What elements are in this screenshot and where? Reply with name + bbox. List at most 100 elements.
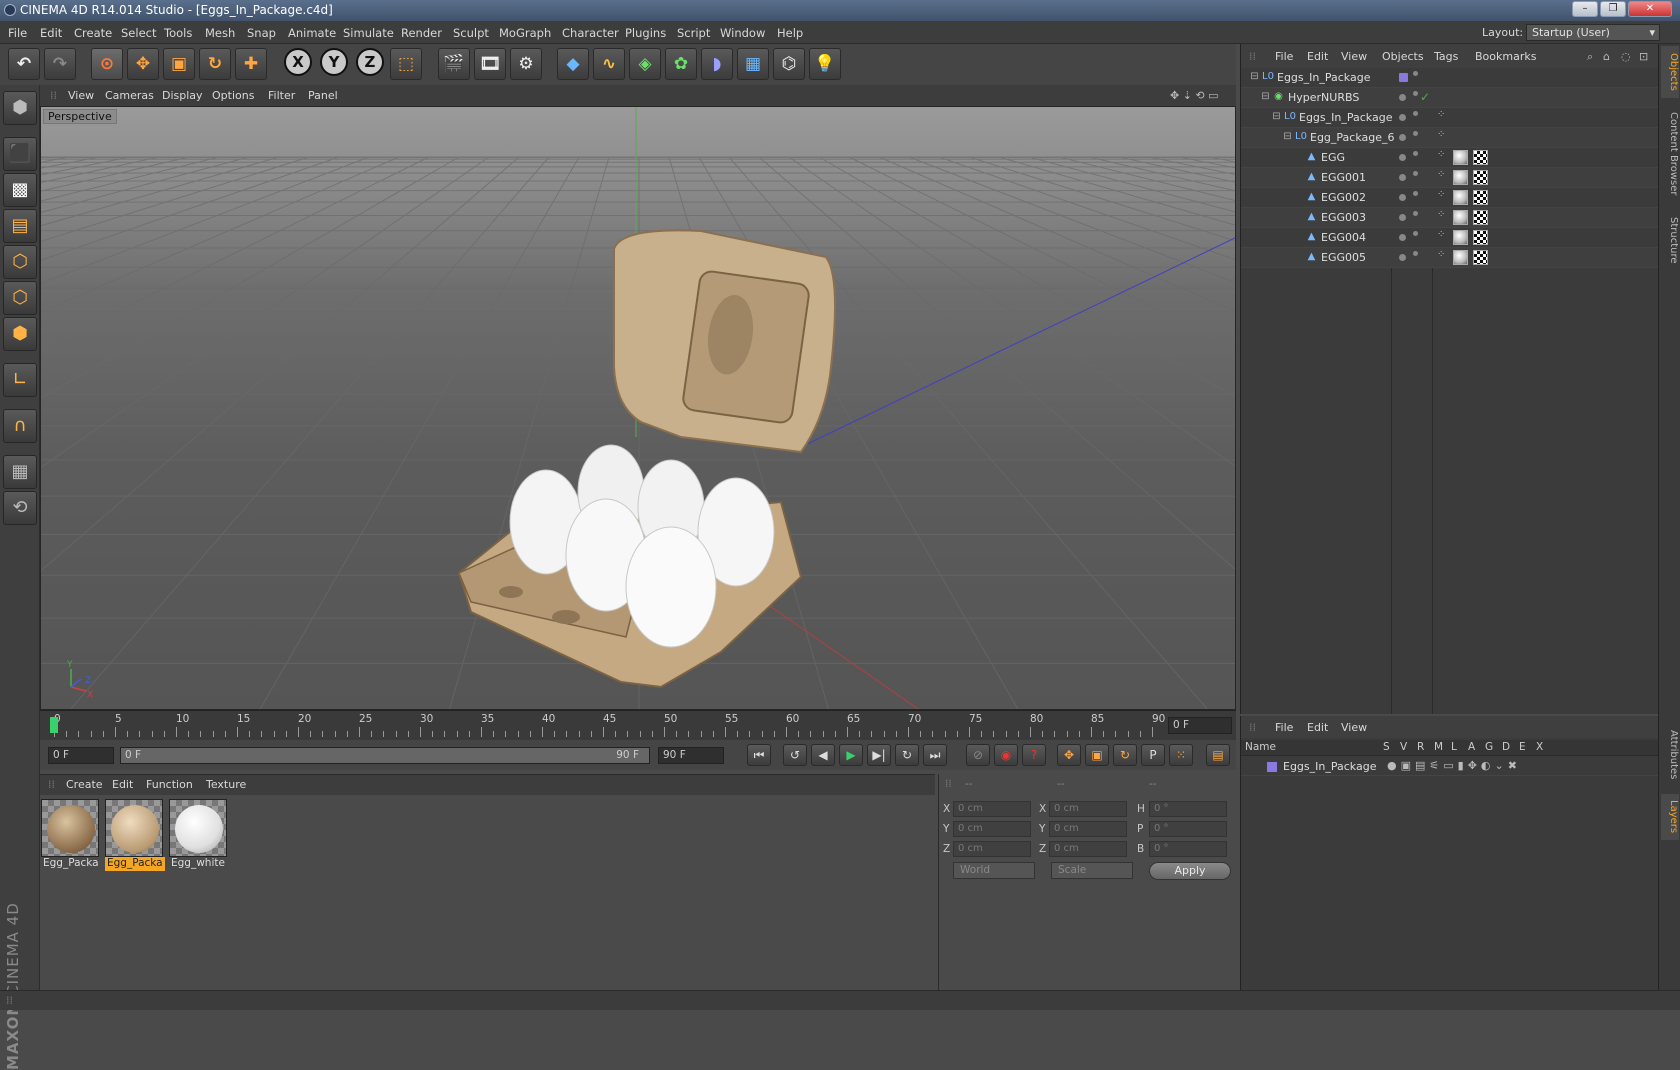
play-icon[interactable]: ▶: [839, 744, 863, 766]
add-icon[interactable]: ✚: [235, 48, 267, 80]
object-name[interactable]: Eggs_In_Package: [1299, 111, 1392, 124]
render-visibility-dot[interactable]: [1413, 111, 1418, 116]
key-param-icon[interactable]: P: [1141, 744, 1165, 766]
menu-sculpt[interactable]: Sculpt: [453, 26, 489, 40]
tab-structure[interactable]: Structure: [1661, 210, 1679, 270]
make-editable-icon[interactable]: ⬢: [3, 91, 37, 125]
model-mode-icon[interactable]: ⬛: [3, 137, 37, 171]
expand-toggle-icon[interactable]: [1293, 171, 1304, 182]
menu-file[interactable]: File: [8, 26, 27, 40]
expand-toggle-icon[interactable]: ⊟: [1249, 71, 1260, 82]
object-name[interactable]: EGG001: [1321, 171, 1366, 184]
keyframe-help-icon[interactable]: ?: [1022, 744, 1046, 766]
object-name[interactable]: EGG002: [1321, 191, 1366, 204]
coord-mode-select[interactable]: World: [953, 862, 1035, 879]
col-deformers[interactable]: D: [1502, 741, 1510, 753]
layer-row[interactable]: Eggs_In_Package ●▣▤⚟▭▮✥◐⌄✖: [1241, 758, 1659, 776]
menu-help[interactable]: Help: [777, 26, 803, 40]
timeline-window-icon[interactable]: ▤: [1206, 744, 1230, 766]
texture-tag-icon[interactable]: [1473, 210, 1488, 225]
object-row[interactable]: ▲ EGG004 ⁘: [1241, 228, 1659, 248]
editor-visibility-dot[interactable]: [1399, 114, 1406, 121]
goto-end-icon[interactable]: ⏭: [923, 744, 947, 766]
material-item[interactable]: Egg_Packa: [41, 799, 101, 874]
tab-content-browser[interactable]: Content Browser: [1661, 104, 1679, 204]
expand-toggle-icon[interactable]: [1293, 151, 1304, 162]
vp-menu-options[interactable]: Options: [212, 89, 254, 102]
menu-edit[interactable]: Edit: [40, 26, 62, 40]
col-name[interactable]: Name: [1245, 741, 1276, 753]
phong-tag-icon[interactable]: ⁘: [1437, 169, 1445, 180]
playhead[interactable]: [50, 717, 58, 733]
editor-visibility-dot[interactable]: [1399, 154, 1406, 161]
mat-menu-texture[interactable]: Texture: [206, 778, 246, 791]
phong-tag-icon[interactable]: ⁘: [1437, 109, 1445, 120]
size-z-field[interactable]: 0 cm: [1049, 841, 1127, 857]
prev-frame-icon[interactable]: ◀: [811, 744, 835, 766]
size-x-field[interactable]: 0 cm: [1049, 801, 1127, 817]
render-settings-icon[interactable]: ⚙: [510, 48, 542, 80]
next-key-icon[interactable]: ↻: [895, 744, 919, 766]
col-expressions[interactable]: E: [1519, 741, 1526, 753]
tweak-mode-icon[interactable]: ⟲: [3, 491, 37, 525]
position-y-field[interactable]: 0 cm: [953, 821, 1031, 837]
col-render[interactable]: R: [1417, 741, 1424, 753]
x-axis-button[interactable]: X: [282, 48, 314, 80]
layer-menu-view[interactable]: View: [1341, 721, 1367, 734]
enabled-check-icon[interactable]: ✓: [1420, 90, 1430, 104]
vp-menu-panel[interactable]: Panel: [308, 89, 338, 102]
edges-mode-icon[interactable]: ⬡: [3, 281, 37, 315]
coord-type-select[interactable]: Scale: [1051, 862, 1133, 879]
menu-script[interactable]: Script: [677, 26, 710, 40]
layer-menu-edit[interactable]: Edit: [1307, 721, 1328, 734]
object-row[interactable]: ▲ EGG001 ⁘: [1241, 168, 1659, 188]
expand-toggle-icon[interactable]: ⊟: [1260, 91, 1271, 102]
spline-icon[interactable]: ∿: [593, 48, 625, 80]
goto-start-icon[interactable]: ⏮: [747, 744, 771, 766]
material-tag-icon[interactable]: [1453, 170, 1468, 185]
render-visibility-dot[interactable]: [1413, 91, 1418, 96]
next-frame-icon[interactable]: ▶|: [867, 744, 891, 766]
object-name[interactable]: HyperNURBS: [1288, 91, 1359, 104]
render-visibility-dot[interactable]: [1413, 231, 1418, 236]
object-row[interactable]: ⊟ L0 Eggs_In_Package ⁘: [1241, 108, 1659, 128]
key-position-icon[interactable]: ✥: [1057, 744, 1081, 766]
prev-key-icon[interactable]: ↺: [783, 744, 807, 766]
expand-toggle-icon[interactable]: [1293, 191, 1304, 202]
render-visibility-dot[interactable]: [1413, 71, 1418, 76]
phong-tag-icon[interactable]: ⁘: [1437, 249, 1445, 260]
editor-visibility-dot[interactable]: [1399, 214, 1406, 221]
obj-menu-edit[interactable]: Edit: [1307, 50, 1328, 63]
home-icon[interactable]: ⌂: [1603, 50, 1610, 63]
layout-select[interactable]: Startup (User) ▾: [1526, 24, 1660, 41]
menu-window[interactable]: Window: [720, 26, 765, 40]
object-row[interactable]: ⊟ L0 Eggs_In_Package: [1241, 68, 1659, 88]
object-row[interactable]: ⊟ ◉ HyperNURBS ✓: [1241, 88, 1659, 108]
layer-menu-file[interactable]: File: [1275, 721, 1293, 734]
menu-tools[interactable]: Tools: [164, 26, 192, 40]
menu-mograph[interactable]: MoGraph: [499, 26, 551, 40]
restore-button[interactable]: ❐: [1600, 1, 1626, 17]
col-locked[interactable]: L: [1451, 741, 1457, 753]
nurbs-icon[interactable]: ◈: [629, 48, 661, 80]
material-item-selected[interactable]: Egg_Packa: [105, 799, 165, 874]
menu-select[interactable]: Select: [121, 26, 156, 40]
render-visibility-dot[interactable]: [1413, 131, 1418, 136]
render-picture-viewer-icon[interactable]: 🎞: [474, 48, 506, 80]
object-row[interactable]: ▲ EGG002 ⁘: [1241, 188, 1659, 208]
start-frame-field[interactable]: 0 F: [48, 747, 114, 764]
key-scale-icon[interactable]: ▣: [1085, 744, 1109, 766]
object-name[interactable]: EGG: [1321, 151, 1345, 164]
menu-simulate[interactable]: Simulate: [343, 26, 394, 40]
z-axis-button[interactable]: Z: [354, 48, 386, 80]
position-z-field[interactable]: 0 cm: [953, 841, 1031, 857]
expand-toggle-icon[interactable]: ⊟: [1271, 111, 1282, 122]
timeline[interactable]: 051015202530354045505560657075808590 0 F: [40, 710, 1236, 740]
render-visibility-dot[interactable]: [1413, 171, 1418, 176]
array-icon[interactable]: ✿: [665, 48, 697, 80]
editor-visibility-dot[interactable]: [1399, 94, 1406, 101]
camera-icon[interactable]: ⌬: [773, 48, 805, 80]
layer-toggle-icons[interactable]: ●▣▤⚟▭▮✥◐⌄✖: [1387, 759, 1521, 772]
object-name[interactable]: Eggs_In_Package: [1277, 71, 1370, 84]
material-tag-icon[interactable]: [1453, 150, 1468, 165]
